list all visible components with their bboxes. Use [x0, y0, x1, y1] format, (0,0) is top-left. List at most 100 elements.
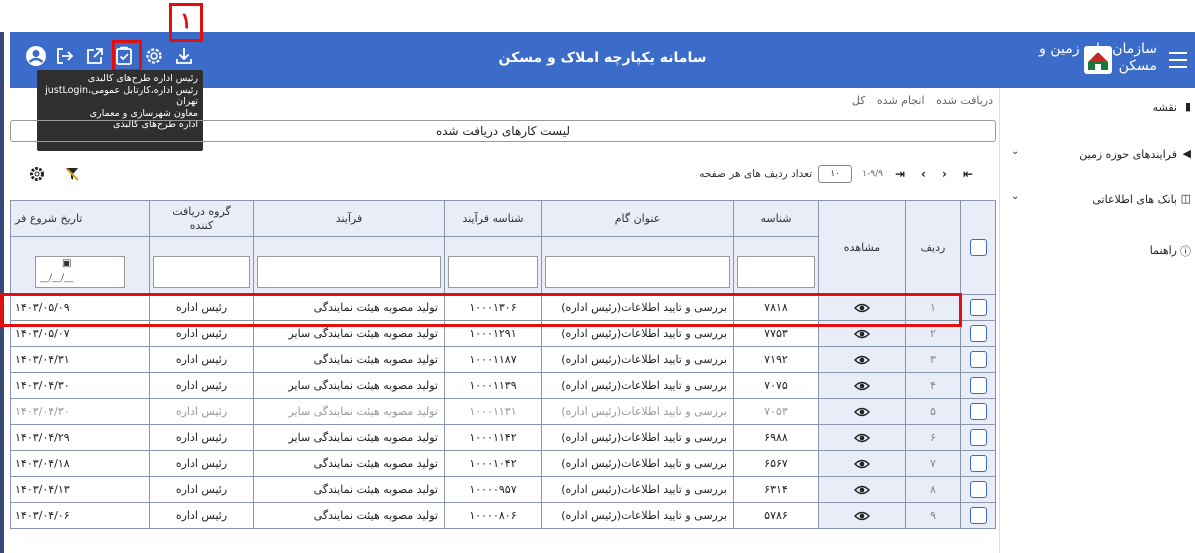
cell-step-title: بررسی و تایید اطلاعات(رئیس اداره) — [541, 372, 734, 399]
row-checkbox[interactable] — [969, 299, 987, 316]
tasks-table: ردیف مشاهده شناسه عنوان گام شناسه فرآیند… — [10, 200, 996, 529]
row-checkbox[interactable] — [969, 403, 987, 420]
hamburger-menu-icon[interactable] — [1169, 52, 1187, 68]
calendar-icon[interactable]: ▣ — [62, 258, 71, 269]
header-step-title[interactable]: عنوان گام — [541, 200, 734, 237]
table-row[interactable]: ۶ ۶۹۸۸ بررسی و تایید اطلاعات(رئیس اداره) ۱۰… — [10, 424, 996, 451]
cell-receiving-group: رئیس اداره — [149, 502, 254, 529]
table-row[interactable]: ۵ ۷۰۵۳ بررسی و تایید اطلاعات(رئیس اداره) ۱۰… — [10, 398, 996, 425]
table-row[interactable]: ۳ ۷۱۹۲ بررسی و تایید اطلاعات(رئیس اداره) ۱۰… — [10, 346, 996, 373]
table-row[interactable]: ۹ ۵۷۸۶ بررسی و تایید اطلاعات(رئیس اداره) ۱۰… — [10, 502, 996, 529]
header-receiving-group[interactable]: گروه دریافت کننده — [149, 200, 254, 237]
first-page-icon[interactable]: ⇤ — [963, 167, 973, 181]
view-eye-icon[interactable] — [854, 353, 870, 366]
cell-process-id: ۱۰۰۰۱۱۳۱ — [444, 398, 542, 425]
row-checkbox[interactable] — [969, 455, 987, 472]
filter-step — [541, 236, 734, 295]
filter-process-input[interactable] — [257, 256, 441, 288]
user-avatar-icon[interactable] — [24, 44, 48, 68]
filter-step-input[interactable] — [545, 256, 730, 288]
org-name: سازمان ملی زمین و مسکن — [1039, 41, 1157, 74]
header-id[interactable]: شناسه — [733, 200, 819, 237]
settings-gear-icon[interactable] — [142, 44, 166, 68]
table-row[interactable]: ۷ ۶۵۶۷ بررسی و تایید اطلاعات(رئیس اداره) ۱۰… — [10, 450, 996, 477]
header-process[interactable]: فرآیند — [253, 200, 445, 237]
view-eye-icon[interactable] — [854, 327, 870, 340]
cell-step-title: بررسی و تایید اطلاعات(رئیس اداره) — [541, 346, 734, 373]
row-number: ۸ — [905, 476, 961, 503]
row-checkbox[interactable] — [969, 481, 987, 498]
table-row[interactable]: ۴ ۷۰۷۵ بررسی و تایید اطلاعات(رئیس اداره) ۱۰… — [10, 372, 996, 399]
view-eye-icon[interactable] — [854, 431, 870, 444]
sidebar-item-databases[interactable]: ◫ بانک های اطلاعاتی ⌄ — [999, 189, 1195, 211]
row-checkbox[interactable] — [969, 507, 987, 524]
row-checkbox[interactable] — [969, 325, 987, 342]
header-start-date[interactable]: تاریخ شروع فر — [10, 200, 150, 237]
select-all-checkbox[interactable] — [969, 239, 987, 256]
table-settings-gear-icon[interactable] — [29, 166, 45, 186]
cell-start-date: ۱۴۰۳/۰۴/۳۰ — [10, 372, 150, 399]
tab-done[interactable]: انجام شده — [877, 94, 925, 107]
rows-per-page-select[interactable]: ۱۰ — [818, 165, 853, 183]
cell-start-date: ۱۴۰۳/۰۴/۳۱ — [10, 346, 150, 373]
row-checkbox[interactable] — [969, 429, 987, 446]
cell-step-title: بررسی و تایید اطلاعات(رئیس اداره) — [541, 502, 734, 529]
cell-start-date: ۱۴۰۳/۰۴/۰۶ — [10, 502, 150, 529]
filter-date-input[interactable]: ▣ __/__/__ — [35, 256, 125, 288]
rows-per-page-label: تعداد ردیف های هر صفحه — [699, 168, 813, 180]
view-cell — [818, 502, 906, 529]
sidebar-item-land-processes[interactable]: ◀ فرایندهای حوزه زمین ⌄ — [999, 144, 1195, 166]
row-number: ۹ — [905, 502, 961, 529]
row-select-cell — [960, 372, 996, 399]
header-process-id[interactable]: شناسه فرآیند — [444, 200, 542, 237]
external-link-icon[interactable] — [83, 44, 107, 68]
row-checkbox[interactable] — [969, 377, 987, 394]
cell-process: تولید مصوبه هیئت نمایندگی — [253, 450, 445, 477]
annotation-row-highlight — [0, 293, 962, 327]
cell-process-id: ۱۰۰۰۱۰۴۲ — [444, 450, 542, 477]
view-eye-icon[interactable] — [854, 379, 870, 392]
logout-icon[interactable] — [53, 44, 77, 68]
filter-id-input[interactable] — [737, 256, 815, 288]
date-placeholder: __/__/__ — [40, 273, 74, 283]
select-all-cell — [960, 200, 996, 295]
cell-process: تولید مصوبه هیئت نمایندگی سایر — [253, 372, 445, 399]
tab-all[interactable]: کل — [852, 94, 866, 107]
cell-start-date: ۱۴۰۳/۰۴/۲۹ — [10, 424, 150, 451]
view-eye-icon[interactable] — [854, 405, 870, 418]
view-eye-icon[interactable] — [854, 509, 870, 522]
row-select-cell — [960, 424, 996, 451]
cell-id: ۷۰۷۵ — [733, 372, 819, 399]
cell-start-date: ۱۴۰۳/۰۴/۳۰ — [10, 398, 150, 425]
cell-id: ۷۱۹۲ — [733, 346, 819, 373]
cartable-tabs: دریافت شده انجام شده کل — [844, 94, 993, 107]
download-icon[interactable] — [172, 44, 196, 68]
clear-filter-icon[interactable] — [64, 166, 80, 186]
cell-step-title: بررسی و تایید اطلاعات(رئیس اداره) — [541, 476, 734, 503]
row-number: ۳ — [905, 346, 961, 373]
cell-process-id: ۱۰۰۰۰۹۵۷ — [444, 476, 542, 503]
filter-group-input[interactable] — [153, 256, 250, 288]
cell-id: ۵۷۸۶ — [733, 502, 819, 529]
database-icon: ◫ — [1180, 192, 1191, 205]
prev-page-icon[interactable]: ‹ — [942, 167, 947, 181]
cell-receiving-group: رئیس اداره — [149, 398, 254, 425]
last-page-icon[interactable]: ⇥ — [895, 167, 905, 181]
header-view: مشاهده — [818, 200, 906, 295]
row-select-cell — [960, 476, 996, 503]
row-number: ۷ — [905, 450, 961, 477]
next-page-icon[interactable]: › — [921, 167, 926, 181]
view-eye-icon[interactable] — [854, 483, 870, 496]
chevron-down-icon: ⌄ — [1011, 146, 1020, 157]
row-number: ۵ — [905, 398, 961, 425]
tab-received[interactable]: دریافت شده — [936, 94, 993, 107]
sidebar-item-map[interactable]: ▮ نقشه — [999, 97, 1195, 119]
row-checkbox[interactable] — [969, 351, 987, 368]
table-row[interactable]: ۸ ۶۳۱۴ بررسی و تایید اطلاعات(رئیس اداره) ۱۰… — [10, 476, 996, 503]
view-eye-icon[interactable] — [854, 457, 870, 470]
filter-process-id-input[interactable] — [448, 256, 538, 288]
header-row-no: ردیف — [905, 200, 961, 295]
sidebar-item-help[interactable]: ⓘ راهنما — [999, 240, 1195, 262]
cell-process-id: ۱۰۰۰۱۱۸۷ — [444, 346, 542, 373]
view-cell — [818, 398, 906, 425]
